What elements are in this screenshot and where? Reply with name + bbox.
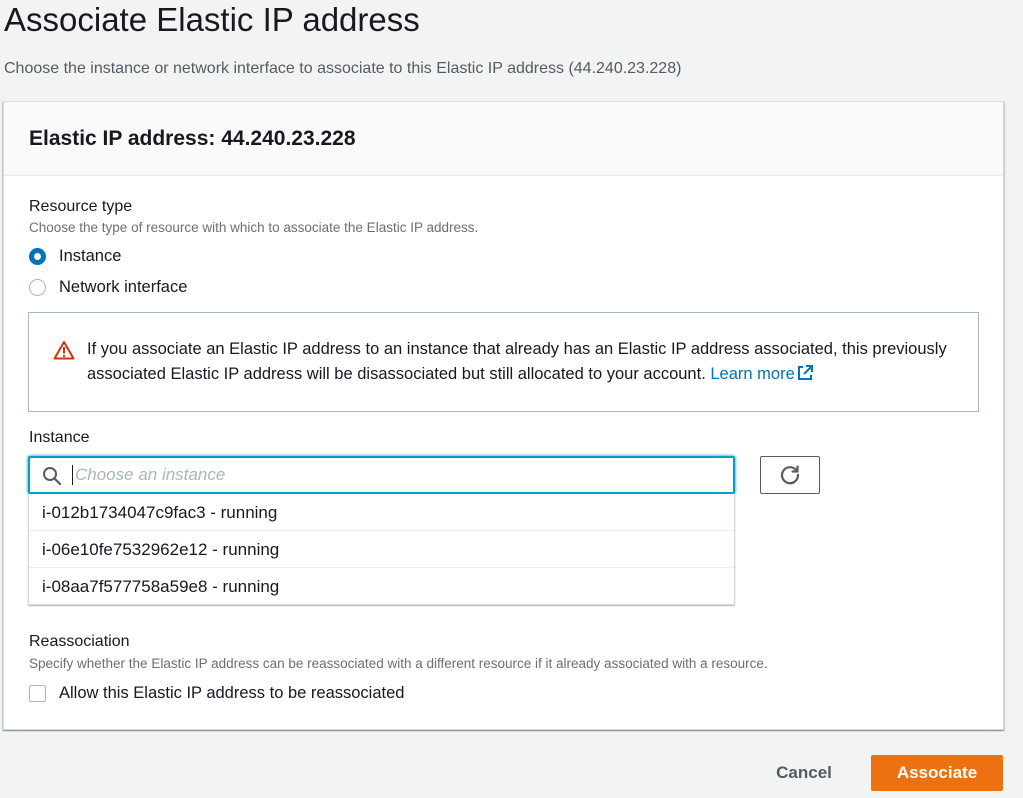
radio-instance-button[interactable] xyxy=(29,247,46,265)
warning-icon xyxy=(53,341,75,360)
cancel-button[interactable]: Cancel xyxy=(760,756,848,790)
search-icon xyxy=(43,467,62,486)
refresh-icon xyxy=(780,465,800,485)
dropdown-option[interactable]: i-012b1734047c9fac3 - running xyxy=(29,494,734,531)
learn-more-link[interactable]: Learn more xyxy=(710,365,813,383)
radio-network-interface[interactable]: Network interface xyxy=(29,276,187,298)
refresh-button[interactable] xyxy=(760,456,820,494)
radio-network-interface-label[interactable]: Network interface xyxy=(59,278,187,297)
instance-search-box[interactable] xyxy=(28,456,735,494)
radio-instance[interactable]: Instance xyxy=(29,245,121,267)
elastic-ip-panel: Elastic IP address: 44.240.23.228 Resour… xyxy=(3,101,1004,730)
panel-header: Elastic IP address: 44.240.23.228 xyxy=(4,102,1003,176)
learn-more-label[interactable]: Learn more xyxy=(710,365,794,383)
instance-dropdown: i-012b1734047c9fac3 - running i-06e10fe7… xyxy=(28,494,735,605)
alert-message: If you associate an Elastic IP address t… xyxy=(87,340,947,383)
radio-instance-label[interactable]: Instance xyxy=(59,247,121,266)
alert-text: If you associate an Elastic IP address t… xyxy=(87,337,957,387)
warning-alert: If you associate an Elastic IP address t… xyxy=(28,312,979,412)
resource-type-label: Resource type xyxy=(29,198,133,215)
resource-type-description: Choose the type of resource with which t… xyxy=(29,220,479,235)
radio-network-interface-button[interactable] xyxy=(29,278,46,296)
associate-button[interactable]: Associate xyxy=(871,755,1003,791)
external-link-icon[interactable] xyxy=(796,364,814,382)
page-subtitle: Choose the instance or network interface… xyxy=(4,60,682,77)
page-title: Associate Elastic IP address xyxy=(4,1,420,38)
dropdown-option[interactable]: i-06e10fe7532962e12 - running xyxy=(29,531,734,568)
reassociation-checkbox-label[interactable]: Allow this Elastic IP address to be reas… xyxy=(59,684,404,703)
reassociation-checkbox[interactable] xyxy=(29,684,46,702)
instance-search-input[interactable] xyxy=(72,465,722,485)
dropdown-option[interactable]: i-08aa7f577758a59e8 - running xyxy=(29,568,734,605)
panel-title: Elastic IP address: 44.240.23.228 xyxy=(29,127,356,150)
reassociation-checkbox-row[interactable]: Allow this Elastic IP address to be reas… xyxy=(29,682,404,704)
reassociation-label: Reassociation xyxy=(29,633,130,650)
instance-label: Instance xyxy=(29,429,90,446)
reassociation-description: Specify whether the Elastic IP address c… xyxy=(29,656,768,671)
